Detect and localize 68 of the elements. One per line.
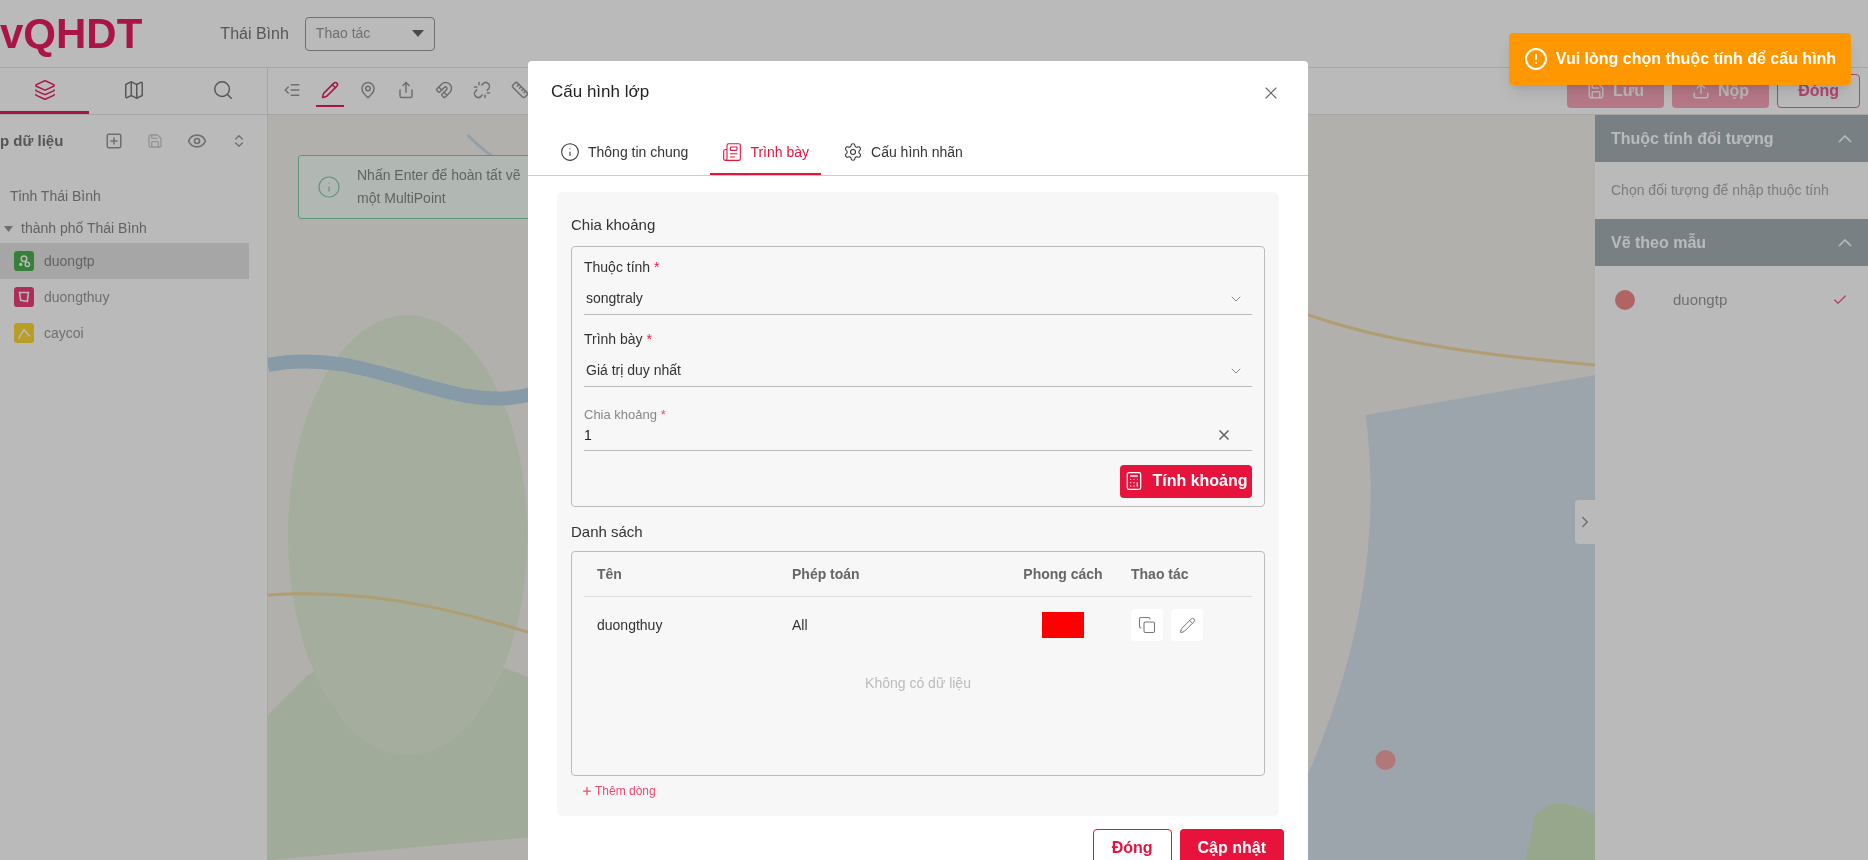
alert-icon	[1523, 47, 1548, 71]
modal-tab[interactable]: Trình bày	[710, 141, 822, 175]
draw-icon	[321, 81, 339, 99]
magnet-icon	[435, 81, 453, 99]
field-label: Thuộc tính *	[584, 258, 661, 277]
edit-button[interactable]	[1171, 609, 1203, 641]
select-field[interactable]: songtraly	[584, 288, 1252, 315]
section-header[interactable]: Thuộc tính đối tượng	[1595, 115, 1868, 162]
tree-item[interactable]: Tỉnh Thái Bình	[0, 179, 267, 214]
point-layer-icon	[14, 251, 34, 271]
compute-interval-button[interactable]: Tính khoảng	[1120, 464, 1252, 498]
polygon-layer-icon	[14, 287, 34, 307]
layer-item[interactable]: duongtp	[0, 243, 249, 279]
field-label: Trình bày *	[584, 330, 653, 349]
column-header: Phong cách	[1023, 564, 1103, 584]
caret-down-icon[interactable]	[4, 225, 13, 232]
hint-text: Chọn đối tượng để nhập thuộc tính	[1610, 181, 1830, 200]
copy-icon	[1138, 616, 1156, 634]
info-icon	[317, 175, 341, 199]
info-icon	[560, 142, 580, 162]
ruler-icon	[511, 81, 529, 99]
column-header: Tên	[596, 564, 623, 584]
column-header: Phép toán	[792, 564, 861, 584]
select-field[interactable]: Giá trị duy nhất	[584, 360, 1252, 387]
style-swatch[interactable]	[1042, 612, 1084, 638]
action-select[interactable]: Thao tác	[304, 16, 435, 51]
line-layer-icon	[14, 323, 34, 343]
search-icon	[211, 78, 234, 101]
plus-icon	[581, 785, 593, 797]
gear-icon	[843, 142, 864, 162]
add-layer-icon[interactable]	[105, 132, 123, 150]
empty-message: Không có dữ liệu	[865, 674, 971, 693]
add-row-link[interactable]: Thêm dòng	[581, 782, 656, 800]
style-icon	[722, 142, 743, 162]
template-name[interactable]: duongtp	[1673, 288, 1728, 312]
expand-handle[interactable]	[1575, 500, 1595, 544]
copy-button[interactable]	[1131, 609, 1163, 641]
table-cell-text: All	[792, 615, 809, 635]
eye-icon[interactable]	[187, 131, 207, 151]
map-icon	[122, 78, 145, 101]
pin-icon	[359, 81, 377, 99]
layers-icon	[33, 78, 56, 101]
panel-title: p dữ liệu	[0, 130, 64, 151]
save-icon	[1586, 82, 1605, 100]
modal-tab[interactable]: Thông tin chung	[548, 141, 701, 175]
column-header: Thao tác	[1130, 564, 1190, 584]
region-name: Thái Bình	[220, 23, 289, 44]
caret-down-icon	[411, 30, 424, 37]
unlink-icon	[473, 81, 491, 99]
section-header[interactable]: Vẽ theo mẫu	[1595, 219, 1868, 266]
modal-title: Cấu hình lớp	[551, 81, 650, 103]
submit-icon	[1692, 82, 1710, 100]
alert-message: Nhấn Enter để hoàn tất vẽ một MultiPoint	[357, 166, 521, 208]
section-title: Danh sách	[571, 521, 644, 542]
app-logo: vQHDT	[0, 12, 143, 55]
toast: Vui lòng chọn thuộc tính để cấu hình	[1509, 33, 1851, 85]
export-icon	[397, 81, 415, 99]
list-icon	[283, 81, 301, 99]
modal-tab[interactable]: Cấu hình nhãn	[831, 141, 975, 175]
clear-icon[interactable]	[1216, 427, 1232, 443]
interval-input-field[interactable]: Chia khoảng * 1	[584, 405, 1252, 451]
table-cell-text: duongthuy	[596, 615, 664, 635]
update-button[interactable]: Cập nhật	[1179, 829, 1284, 860]
tree-item[interactable]: thành phố Thái Bình	[21, 218, 147, 239]
pencil-icon	[1178, 616, 1196, 634]
save-icon[interactable]	[147, 133, 163, 149]
close-button[interactable]: Đóng	[1092, 829, 1172, 860]
section-title: Chia khoảng	[571, 214, 657, 235]
